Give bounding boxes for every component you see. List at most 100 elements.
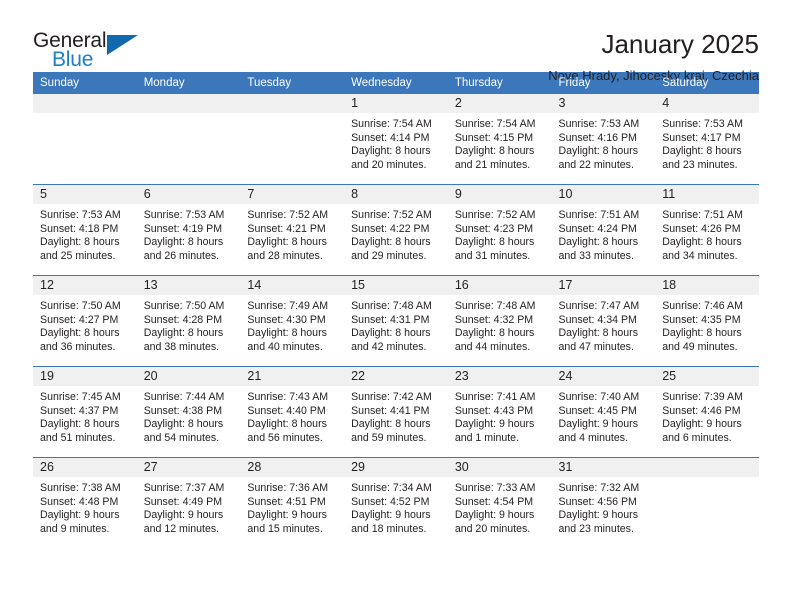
daylight-text: Daylight: 8 hours <box>558 236 639 249</box>
sunset-text: Sunset: 4:49 PM <box>143 495 223 508</box>
sunset-text: Sunset: 4:35 PM <box>662 313 741 326</box>
day-number: 1 <box>344 94 448 113</box>
calendar-day-cell[interactable]: 5 Sunrise: 7:53 AM Sunset: 4:18 PM Daylight… <box>33 184 137 276</box>
day-number: 23 <box>447 367 552 386</box>
calendar-day-cell[interactable]: 24 Sunrise: 7:40 AM Sunset: 4:45 PM Dayligh… <box>551 366 656 458</box>
daylight-text: Daylight: 8 hours <box>662 327 742 340</box>
calendar-day-cell[interactable]: 3 Sunrise: 7:53 AM Sunset: 4:16 PM Daylight… <box>551 94 656 185</box>
daylight-text: Daylight: 8 hours <box>40 236 120 249</box>
daylight-text: Daylight: 8 hours <box>454 145 535 158</box>
calendar-day-cell[interactable]: 31 Sunrise: 7:32 AM Sunset: 4:56 PM Dayligh… <box>551 457 656 548</box>
daylight-text: and 28 minutes. <box>247 249 323 262</box>
day-details: Sunrise: 7:44 AM Sunset: 4:38 PM Daylight:… <box>137 386 241 445</box>
calendar-day-cell[interactable]: 1 Sunrise: 7:54 AM Sunset: 4:14 PM Daylight… <box>344 94 448 185</box>
sunrise-text: Sunrise: 7:37 AM <box>143 482 225 494</box>
sunset-text: Sunset: 4:56 PM <box>558 495 637 508</box>
calendar-day-cell-empty <box>240 94 345 185</box>
calendar-day-cell[interactable]: 12 Sunrise: 7:50 AM Sunset: 4:27 PM Dayligh… <box>33 275 137 367</box>
sunrise-text: Sunrise: 7:33 AM <box>454 482 536 494</box>
day-number: 25 <box>655 367 759 386</box>
sunrise-text: Sunrise: 7:46 AM <box>662 300 743 312</box>
calendar-day-cell[interactable]: 25 Sunrise: 7:39 AM Sunset: 4:46 PM Dayligh… <box>655 366 759 458</box>
sunrise-text: Sunrise: 7:49 AM <box>247 300 329 312</box>
calendar-day-cell[interactable]: 22 Sunrise: 7:42 AM Sunset: 4:41 PM Dayligh… <box>344 366 448 458</box>
daylight-text: Daylight: 9 hours <box>143 509 224 522</box>
calendar-day-cell[interactable]: 29 Sunrise: 7:34 AM Sunset: 4:52 PM Dayligh… <box>344 457 448 548</box>
sunset-text: Sunset: 4:41 PM <box>351 404 430 417</box>
daylight-text: and 51 minutes. <box>40 431 116 444</box>
sunset-text: Sunset: 4:37 PM <box>40 404 119 417</box>
daylight-text: and 25 minutes. <box>40 249 116 262</box>
day-number: 21 <box>240 367 345 386</box>
daylight-text: and 26 minutes. <box>143 249 220 262</box>
sunrise-text: Sunrise: 7:32 AM <box>558 482 640 494</box>
sunset-text: Sunset: 4:22 PM <box>351 222 430 235</box>
sunrise-text: Sunrise: 7:54 AM <box>351 118 432 130</box>
day-number: 30 <box>447 458 552 477</box>
day-number: 20 <box>136 367 241 386</box>
day-number <box>655 458 759 477</box>
calendar-day-cell[interactable]: 8 Sunrise: 7:52 AM Sunset: 4:22 PM Daylight… <box>344 184 448 276</box>
calendar-day-cell[interactable]: 2 Sunrise: 7:54 AM Sunset: 4:15 PM Daylight… <box>447 94 552 185</box>
daylight-text: Daylight: 8 hours <box>143 236 224 249</box>
calendar-week-row: 12 Sunrise: 7:50 AM Sunset: 4:27 PM Dayligh… <box>33 275 759 367</box>
calendar-day-cell[interactable]: 7 Sunrise: 7:52 AM Sunset: 4:21 PM Daylight… <box>240 184 345 276</box>
day-number: 26 <box>33 458 137 477</box>
sunset-text: Sunset: 4:19 PM <box>143 222 223 235</box>
daylight-text: Daylight: 9 hours <box>558 418 639 431</box>
calendar-day-cell[interactable]: 21 Sunrise: 7:43 AM Sunset: 4:40 PM Dayligh… <box>240 366 345 458</box>
day-details: Sunrise: 7:47 AM Sunset: 4:34 PM Daylight:… <box>552 295 656 354</box>
calendar-week-row: 26 Sunrise: 7:38 AM Sunset: 4:48 PM Dayligh… <box>33 457 759 548</box>
sunset-text: Sunset: 4:48 PM <box>40 495 119 508</box>
calendar-day-cell[interactable]: 13 Sunrise: 7:50 AM Sunset: 4:28 PM Dayligh… <box>136 275 241 367</box>
daylight-text: Daylight: 8 hours <box>247 418 327 431</box>
day-number: 18 <box>655 276 759 295</box>
day-details: Sunrise: 7:37 AM Sunset: 4:49 PM Daylight:… <box>137 477 241 536</box>
sunset-text: Sunset: 4:16 PM <box>558 131 637 144</box>
calendar-day-cell[interactable]: 4 Sunrise: 7:53 AM Sunset: 4:17 PM Daylight… <box>655 94 759 185</box>
daylight-text: and 21 minutes. <box>454 158 531 171</box>
sunset-text: Sunset: 4:34 PM <box>558 313 637 326</box>
sunrise-text: Sunrise: 7:53 AM <box>40 209 121 221</box>
daylight-text: and 42 minutes. <box>351 340 427 353</box>
calendar-day-cell[interactable]: 16 Sunrise: 7:48 AM Sunset: 4:32 PM Dayligh… <box>447 275 552 367</box>
calendar-day-cell[interactable]: 9 Sunrise: 7:52 AM Sunset: 4:23 PM Daylight… <box>447 184 552 276</box>
calendar-day-cell[interactable]: 20 Sunrise: 7:44 AM Sunset: 4:38 PM Dayligh… <box>136 366 241 458</box>
calendar-day-cell[interactable]: 18 Sunrise: 7:46 AM Sunset: 4:35 PM Dayligh… <box>655 275 759 367</box>
day-details: Sunrise: 7:41 AM Sunset: 4:43 PM Daylight:… <box>448 386 552 445</box>
calendar-body: 1 Sunrise: 7:54 AM Sunset: 4:14 PM Daylight… <box>33 94 759 548</box>
sunrise-text: Sunrise: 7:53 AM <box>662 118 743 130</box>
day-details: Sunrise: 7:50 AM Sunset: 4:28 PM Daylight:… <box>137 295 241 354</box>
weekday-header-tuesday: Tuesday <box>240 72 345 94</box>
calendar-day-cell[interactable]: 30 Sunrise: 7:33 AM Sunset: 4:54 PM Dayligh… <box>447 457 552 548</box>
calendar-day-cell[interactable]: 27 Sunrise: 7:37 AM Sunset: 4:49 PM Dayligh… <box>136 457 241 548</box>
day-number <box>136 94 241 113</box>
calendar-day-cell[interactable]: 19 Sunrise: 7:45 AM Sunset: 4:37 PM Dayligh… <box>33 366 137 458</box>
calendar-day-cell[interactable]: 6 Sunrise: 7:53 AM Sunset: 4:19 PM Daylight… <box>136 184 241 276</box>
day-details: Sunrise: 7:51 AM Sunset: 4:26 PM Daylight:… <box>655 204 759 263</box>
day-details: Sunrise: 7:53 AM Sunset: 4:16 PM Daylight:… <box>552 113 656 172</box>
calendar-day-cell[interactable]: 26 Sunrise: 7:38 AM Sunset: 4:48 PM Dayligh… <box>33 457 137 548</box>
daylight-text: and 54 minutes. <box>143 431 220 444</box>
daylight-text: Daylight: 8 hours <box>662 236 742 249</box>
calendar-day-cell[interactable]: 11 Sunrise: 7:51 AM Sunset: 4:26 PM Dayligh… <box>655 184 759 276</box>
calendar-day-cell[interactable]: 10 Sunrise: 7:51 AM Sunset: 4:24 PM Dayligh… <box>551 184 656 276</box>
daylight-text: and 20 minutes. <box>454 522 531 535</box>
sunset-text: Sunset: 4:43 PM <box>454 404 534 417</box>
day-number: 5 <box>33 185 137 204</box>
calendar-day-cell[interactable]: 15 Sunrise: 7:48 AM Sunset: 4:31 PM Dayligh… <box>344 275 448 367</box>
day-number: 14 <box>240 276 345 295</box>
sunset-text: Sunset: 4:31 PM <box>351 313 430 326</box>
calendar-week-row: 1 Sunrise: 7:54 AM Sunset: 4:14 PM Daylight… <box>33 94 759 185</box>
day-number: 16 <box>447 276 552 295</box>
daylight-text: and 31 minutes. <box>454 249 531 262</box>
daylight-text: Daylight: 8 hours <box>454 236 535 249</box>
day-number: 9 <box>447 185 552 204</box>
daylight-text: and 9 minutes. <box>40 522 110 535</box>
daylight-text: and 23 minutes. <box>558 522 634 535</box>
calendar-day-cell[interactable]: 23 Sunrise: 7:41 AM Sunset: 4:43 PM Dayligh… <box>447 366 552 458</box>
calendar-day-cell[interactable]: 28 Sunrise: 7:36 AM Sunset: 4:51 PM Dayligh… <box>240 457 345 548</box>
calendar-day-cell[interactable]: 14 Sunrise: 7:49 AM Sunset: 4:30 PM Dayligh… <box>240 275 345 367</box>
calendar-day-cell[interactable]: 17 Sunrise: 7:47 AM Sunset: 4:34 PM Dayligh… <box>551 275 656 367</box>
day-number: 27 <box>136 458 241 477</box>
